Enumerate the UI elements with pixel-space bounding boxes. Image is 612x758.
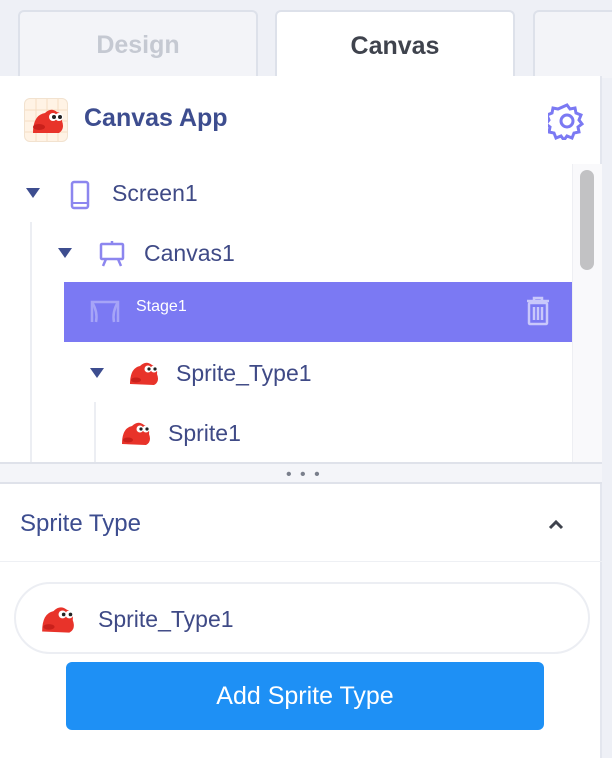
sprite-type-section-header[interactable]: Sprite Type [0, 486, 602, 562]
tree-item-label: Sprite_Type1 [176, 360, 312, 386]
splitter-handle: • • • [286, 466, 322, 483]
app-title: Canvas App [84, 104, 228, 132]
section-title: Sprite Type [20, 510, 141, 537]
tree-item-sprite1[interactable]: Sprite1 [0, 404, 572, 462]
tree-item-label: Screen1 [112, 180, 198, 206]
caret-down-icon[interactable] [58, 248, 72, 258]
tree-item-label: Canvas1 [144, 240, 235, 266]
tree-item-stage1[interactable]: Stage1 [64, 282, 572, 342]
gear-icon[interactable] [543, 102, 586, 143]
sprite-type-list-item[interactable]: Sprite_Type1 [14, 582, 590, 654]
tree-item-screen1[interactable]: Screen1 [0, 164, 572, 222]
mascot-icon [130, 362, 158, 385]
tree-item-sprite-type1[interactable]: Sprite_Type1 [0, 344, 572, 402]
add-sprite-type-button[interactable]: Add Sprite Type [66, 662, 544, 730]
project-panel: Canvas App Screen1 Canvas1 Stage1 Sprite… [0, 76, 602, 758]
app-mascot-icon [24, 98, 68, 142]
tree-item-label: Stage1 [136, 298, 187, 315]
tab-bar: Design Canvas [0, 0, 612, 80]
app-header: Canvas App [0, 76, 602, 164]
caret-down-icon[interactable] [90, 368, 104, 378]
tab-design[interactable]: Design [18, 10, 258, 78]
mascot-icon [122, 422, 150, 445]
tree-scrollbar-thumb[interactable] [580, 170, 594, 270]
component-tree: Screen1 Canvas1 Stage1 Sprite_Type1 Spri… [0, 164, 602, 462]
phone-icon [70, 180, 90, 210]
sprite-type-label: Sprite_Type1 [98, 606, 234, 632]
stage-icon [90, 300, 120, 323]
tree-item-canvas1[interactable]: Canvas1 [0, 224, 572, 282]
tab-canvas[interactable]: Canvas [275, 10, 515, 80]
tab-extra[interactable] [533, 10, 612, 78]
mascot-icon [42, 607, 74, 633]
easel-icon [99, 241, 125, 267]
tab-design-label: Design [96, 30, 180, 59]
trash-icon[interactable] [526, 296, 550, 326]
tab-canvas-label: Canvas [350, 31, 440, 60]
chevron-up-icon[interactable] [548, 518, 564, 530]
tree-item-label: Sprite1 [168, 420, 241, 446]
panel-splitter[interactable]: • • • [0, 462, 602, 484]
caret-down-icon[interactable] [26, 188, 40, 198]
